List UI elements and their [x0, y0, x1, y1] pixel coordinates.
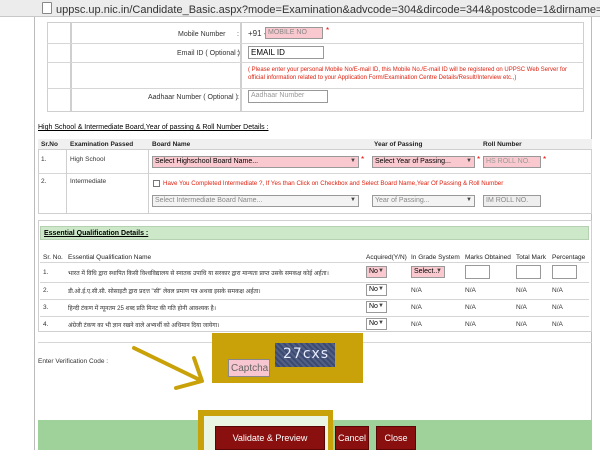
email-label: Email ID ( Optional ) [177, 50, 241, 57]
contact-left-cell [47, 22, 71, 112]
verification-label: Enter Verification Code : [38, 358, 109, 365]
total-na: N/A [516, 304, 527, 311]
marks-na: N/A [465, 321, 476, 328]
page-icon [42, 2, 52, 14]
qrow-name: भारत में विधि द्वारा स्थापित किसी विश्वव… [68, 271, 329, 277]
row-divider [40, 316, 589, 317]
qrow-sr: 2. [43, 287, 49, 294]
grade-select[interactable]: Select... ▼ [411, 266, 445, 278]
intermediate-roll-input[interactable]: IM ROLL NO. [483, 195, 541, 207]
header-year: Year of Passing [374, 141, 423, 148]
qrow-name: अंग्रेजी टंकण का भी ज्ञान रखने वाले अभ्य… [68, 323, 220, 329]
chevron-down-icon: ▼ [350, 197, 356, 203]
acquired-select[interactable]: No ▼ [366, 284, 387, 296]
qheader-grade: In Grade System [411, 254, 460, 261]
required-marker: * [326, 26, 330, 35]
qualification-title: Essential Qualification Details : [40, 226, 589, 240]
intermediate-checkbox[interactable] [153, 180, 160, 187]
row-exam: High School [70, 156, 106, 163]
qheader-marks: Marks Obtained [465, 254, 511, 261]
row-sr: 1. [41, 156, 47, 163]
intermediate-year-select[interactable]: Year of Passing... ▼ [372, 195, 475, 207]
board-section-title: High School & Intermediate Board,Year of… [38, 124, 269, 131]
highschool-year-select[interactable]: Select Year of Passing... ▼ [372, 156, 475, 168]
qheader-total: Total Mark [516, 254, 546, 261]
qrow-name: हिन्दी टंकण में न्यूनतम 25 शब्द प्रति मि… [68, 306, 217, 312]
aadhaar-label: Aadhaar Number ( Optional ) [148, 94, 238, 101]
row-divider [47, 43, 584, 44]
row-divider [40, 282, 589, 283]
header-srno: Sr.No [41, 141, 58, 148]
close-button[interactable]: Close [376, 426, 416, 450]
captcha-image: 27cxs [275, 343, 335, 367]
colon: : [237, 31, 239, 38]
qrow-sr: 3. [43, 304, 49, 311]
acquired-select[interactable]: No ▼ [366, 301, 387, 313]
chevron-down-icon: ▼ [466, 197, 472, 203]
qheader-acquired: Acquired(Y/N) [366, 254, 407, 261]
intermediate-checkbox-label: Have You Completed Intermediate ?, If Ye… [163, 180, 504, 187]
mobile-prefix: +91 - [248, 29, 267, 38]
mobile-label: Mobile Number [178, 31, 226, 38]
row-exam: Intermediate [70, 178, 107, 185]
validate-preview-button[interactable]: Validate & Preview [215, 426, 325, 450]
row-divider [40, 262, 589, 263]
qrow-sr: 1. [43, 269, 49, 276]
qrow-name: डी.ओ.ई.ए.सी.सी. सोसाइटी द्वारा प्रदत्त "… [68, 289, 261, 295]
chevron-down-icon: ▼ [466, 158, 472, 164]
cancel-button[interactable]: Cancel [335, 426, 369, 450]
header-board: Board Name [152, 141, 191, 148]
required-marker: * [477, 155, 481, 164]
acquired-select[interactable]: No ▼ [366, 266, 387, 278]
header-exam: Examination Passed [70, 141, 134, 148]
captcha-input[interactable]: Captcha [228, 359, 270, 377]
total-na: N/A [516, 287, 527, 294]
qheader-name: Essential Qualification Name [68, 254, 152, 261]
email-input[interactable]: EMAIL ID [248, 46, 324, 59]
marks-input[interactable] [465, 265, 490, 279]
row-sr: 2. [41, 178, 47, 185]
arrow-icon [132, 346, 204, 390]
grade-na: N/A [411, 321, 422, 328]
aadhaar-input[interactable]: Aadhaar Number [248, 90, 328, 103]
chevron-down-icon: ▼ [378, 268, 384, 274]
chevron-down-icon: ▼ [378, 303, 384, 309]
col-divider [148, 150, 149, 214]
grade-na: N/A [411, 304, 422, 311]
qheader-sr: Sr. No. [43, 254, 63, 261]
chevron-down-icon: ▼ [350, 158, 356, 164]
chevron-down-icon: ▼ [378, 286, 384, 292]
percent-input[interactable] [552, 265, 577, 279]
row-divider [47, 88, 584, 89]
marks-na: N/A [465, 304, 476, 311]
required-marker: * [361, 155, 365, 164]
row-divider [40, 299, 589, 300]
percent-na: N/A [552, 287, 563, 294]
marks-na: N/A [465, 287, 476, 294]
chevron-down-icon: ▼ [378, 320, 384, 326]
acquired-select[interactable]: No ▼ [366, 318, 387, 330]
total-input[interactable] [516, 265, 541, 279]
url-text[interactable]: uppsc.up.nic.in/Candidate_Basic.aspx?mod… [56, 2, 600, 17]
percent-na: N/A [552, 304, 563, 311]
total-na: N/A [516, 321, 527, 328]
intermediate-board-select[interactable]: Select Intermediate Board Name... ▼ [152, 195, 359, 207]
contact-notice: ( Please enter your personal Mobile No/E… [248, 67, 568, 81]
percent-na: N/A [552, 321, 563, 328]
row-divider [38, 173, 592, 174]
highschool-board-select[interactable]: Select Highschool Board Name... ▼ [152, 156, 359, 168]
header-roll: Roll Number [483, 141, 522, 148]
required-marker: * [543, 155, 547, 164]
highschool-roll-input[interactable]: HS ROLL NO. [483, 156, 541, 168]
row-divider [47, 62, 584, 63]
grade-na: N/A [411, 287, 422, 294]
qrow-sr: 4. [43, 321, 49, 328]
col-divider [66, 150, 67, 214]
colon: : [237, 50, 239, 57]
chevron-down-icon: ▼ [436, 268, 442, 274]
colon: : [237, 94, 239, 101]
mobile-input[interactable]: MOBILE NO [265, 27, 323, 39]
captcha-code: 27cxs [283, 346, 330, 362]
qheader-percent: Percentage [552, 254, 586, 261]
